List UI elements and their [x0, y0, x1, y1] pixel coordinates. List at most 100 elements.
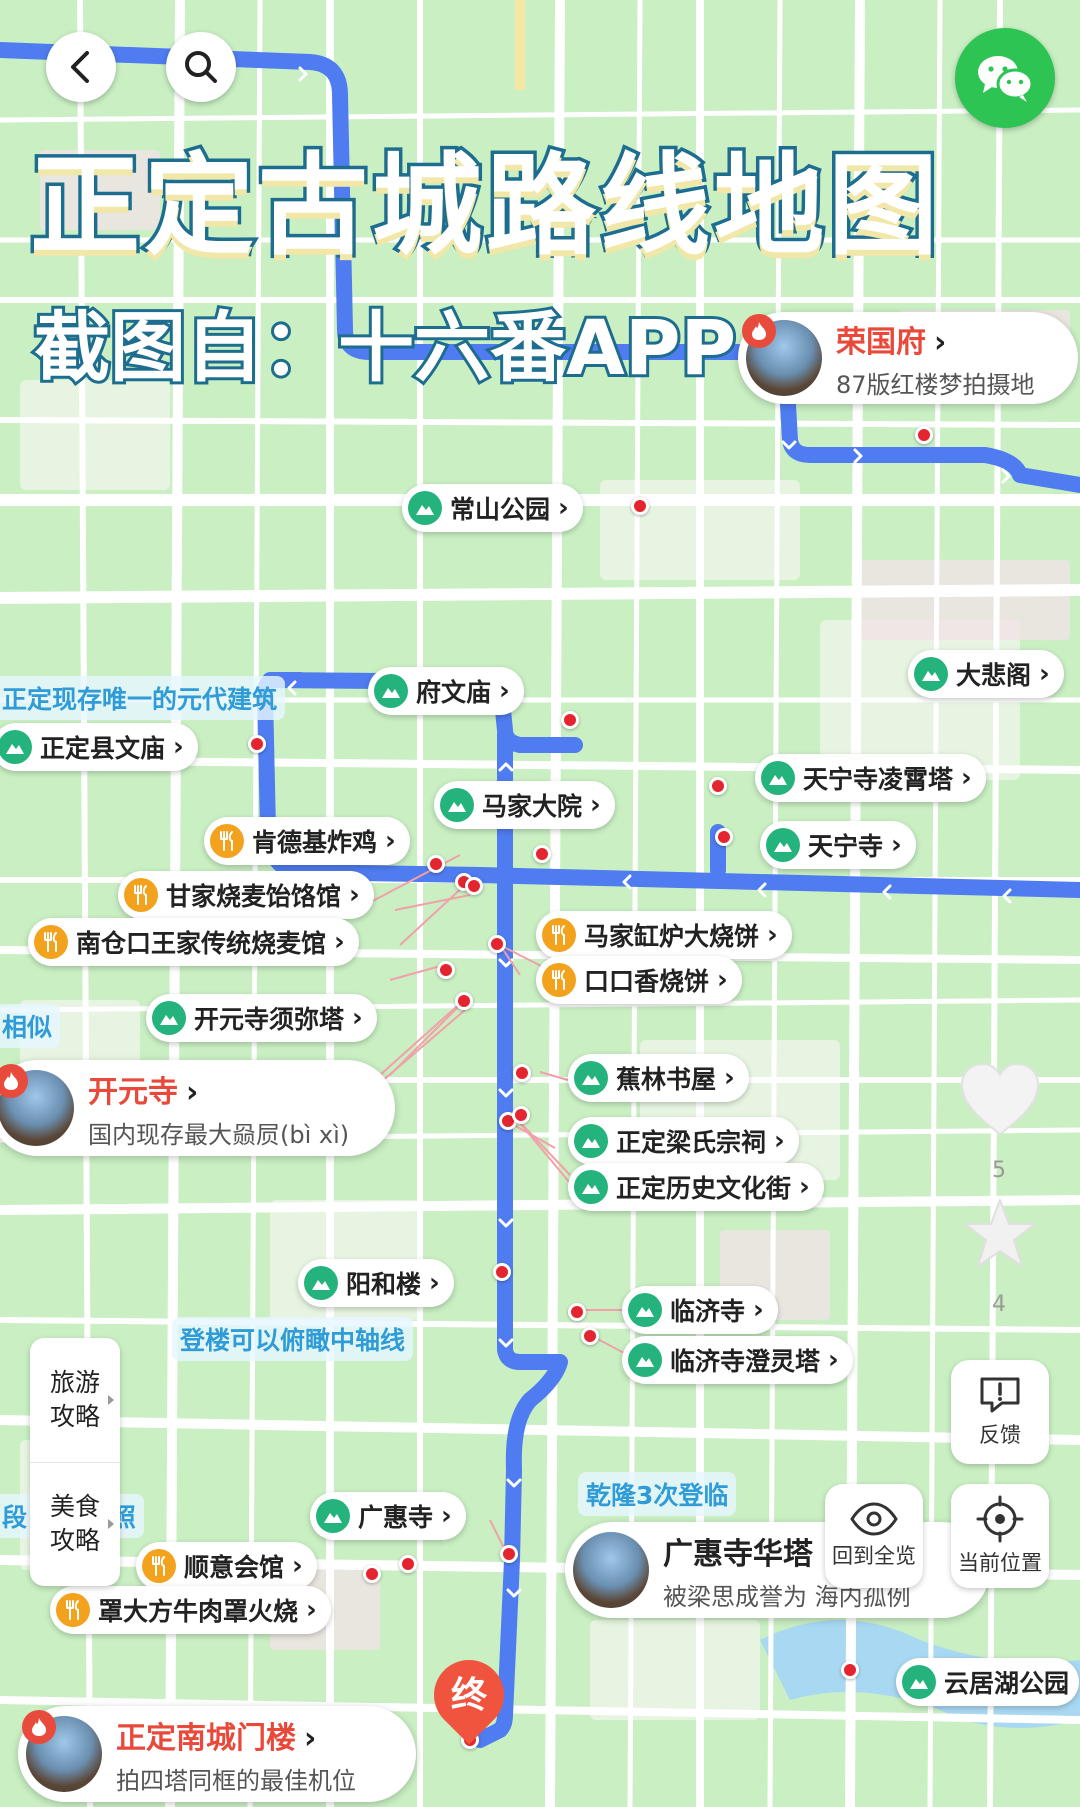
poi-kendeji[interactable]: 肯德基炸鸡 › — [204, 817, 410, 865]
search-icon — [185, 51, 217, 83]
poi-ganjia[interactable]: 甘家烧麦饴饹馆 › — [118, 871, 374, 919]
location-dot[interactable] — [513, 1064, 531, 1082]
chevron-right-icon: › — [352, 1003, 363, 1033]
guanghuisi-huata-thumbnail — [573, 1532, 649, 1608]
poi-lingxiaota[interactable]: 天宁寺凌霄塔 › — [755, 754, 986, 802]
poi-kaiyuansi[interactable]: 开元寺 › 国内现存最大赑屃(bì xì) — [0, 1060, 395, 1156]
location-dot[interactable] — [399, 1555, 417, 1573]
wechat-icon — [978, 56, 1034, 102]
poi-label: 云居湖公园 — [944, 1669, 1070, 1698]
location-dot[interactable] — [512, 1106, 530, 1124]
feedback-button[interactable]: 反馈 — [951, 1360, 1049, 1464]
poi-label: 开元寺须弥塔 — [194, 1005, 345, 1034]
poi-label: 马家大院 — [482, 792, 583, 821]
location-dot[interactable] — [465, 877, 483, 895]
scenic-spot-icon — [761, 761, 795, 795]
poi-jiaolin-shuwu[interactable]: 蕉林书屋 › — [568, 1054, 749, 1102]
location-dot[interactable] — [500, 1545, 518, 1563]
poi-dabeige[interactable]: 大悲阁 › — [908, 650, 1064, 698]
food-guide-label: 美食攻略 — [49, 1492, 100, 1556]
location-dot[interactable] — [488, 935, 506, 953]
poi-linjisi[interactable]: 临济寺 › — [622, 1286, 778, 1334]
chevron-right-icon: › — [334, 927, 345, 957]
heart-icon — [960, 1062, 1040, 1136]
poi-changshan-park[interactable]: 常山公园 › — [402, 484, 583, 532]
location-dot[interactable] — [715, 828, 733, 846]
poi-nanchengmen[interactable]: 正定南城门楼 › 拍四塔同框的最佳机位 — [18, 1706, 416, 1802]
location-dot[interactable] — [493, 1263, 511, 1281]
poi-shunyi-huiguan[interactable]: 顺意会馆 › — [136, 1542, 317, 1590]
like-count: 5 — [992, 1158, 1006, 1183]
back-button[interactable] — [46, 32, 116, 102]
poi-guanghuisi-huata[interactable]: 广惠寺华塔 被梁思成誉为 海内孤例 — [565, 1522, 990, 1618]
location-dot[interactable] — [581, 1327, 599, 1345]
chevron-right-icon: › — [429, 1268, 440, 1298]
favourite-button[interactable] — [962, 1196, 1038, 1272]
feedback-label: 反馈 — [979, 1423, 1021, 1447]
poi-yanghelou[interactable]: 阳和楼 › — [298, 1259, 454, 1307]
scenic-spot-icon — [152, 1001, 186, 1035]
poi-nancangkou[interactable]: 南仓口王家传统烧麦馆 › — [28, 918, 359, 966]
poi-majiadayuan[interactable]: 马家大院 › — [434, 781, 615, 829]
poi-chenglingta[interactable]: 临济寺澄灵塔 › — [622, 1336, 853, 1384]
poi-rongguofu[interactable]: 荣国府 › 87版红楼梦拍摄地 — [738, 312, 1078, 404]
overview-button[interactable]: 回到全览 — [825, 1484, 923, 1588]
location-dot[interactable] — [248, 735, 266, 753]
poi-rongguofu-desc: 87版红楼梦拍摄地 — [836, 370, 1035, 399]
scenic-spot-icon — [408, 491, 442, 525]
poi-majiagang[interactable]: 马家缸炉大烧饼 › — [536, 911, 792, 959]
wechat-share-button[interactable] — [955, 28, 1055, 128]
poi-label: 罩大方牛肉罩火烧 — [98, 1597, 299, 1626]
current-location-button[interactable]: 当前位置 — [951, 1484, 1049, 1588]
chevron-right-icon: › — [724, 1063, 735, 1093]
location-dot[interactable] — [709, 777, 727, 795]
poi-label: 顺意会馆 — [184, 1553, 285, 1582]
travel-guide-button[interactable]: 旅游攻略 — [30, 1338, 120, 1463]
poi-zhaodafang[interactable]: 罩大方牛肉罩火烧 › — [50, 1586, 331, 1634]
poi-xumita[interactable]: 开元寺须弥塔 › — [146, 994, 377, 1042]
location-dot[interactable] — [533, 845, 551, 863]
location-dot[interactable] — [363, 1565, 381, 1583]
search-button[interactable] — [166, 32, 236, 102]
feedback-icon — [980, 1377, 1020, 1413]
location-dot[interactable] — [568, 1303, 586, 1321]
map-title: 正定古城路线地图 — [27, 139, 942, 274]
food-guide-button[interactable]: 美食攻略 — [30, 1463, 120, 1587]
poi-label: 甘家烧麦饴饹馆 — [166, 882, 342, 911]
poi-label: 天宁寺凌霄塔 — [803, 765, 954, 794]
chevron-right-icon: › — [828, 1345, 839, 1375]
location-dot[interactable] — [455, 992, 473, 1010]
map-canvas[interactable]: 正定古城路线地图 截图自：十六番APP 荣国府 › 87版红楼梦拍摄地 开元寺 › … — [0, 0, 1080, 1807]
poi-xianwenmiao[interactable]: 正定县文庙 › — [0, 723, 198, 771]
location-dot[interactable] — [915, 426, 933, 444]
location-dot[interactable] — [437, 961, 455, 979]
poi-yunjuhu-park[interactable]: 云居湖公园 — [896, 1658, 1080, 1706]
poi-fuwenmiao[interactable]: 府文庙 › — [368, 667, 524, 715]
chevron-right-icon: › — [292, 1551, 303, 1581]
poi-tianningsi[interactable]: 天宁寺 › — [760, 821, 916, 869]
chevron-right-icon: › — [774, 1126, 785, 1156]
chevron-right-icon: › — [799, 1172, 810, 1202]
poi-liangshi-zongci[interactable]: 正定梁氏宗祠 › — [568, 1117, 799, 1165]
fork-knife-icon — [56, 1593, 90, 1627]
location-dot[interactable] — [631, 497, 649, 515]
poi-label: 阳和楼 — [346, 1270, 422, 1299]
like-button[interactable] — [958, 1060, 1042, 1140]
note-yuandai: 正定现存唯一的元代建筑 — [0, 676, 286, 720]
map-subtitle: 截图自：十六番APP — [31, 300, 739, 395]
poi-label: 蕉林书屋 — [616, 1065, 717, 1094]
scenic-spot-icon — [574, 1124, 608, 1158]
chevron-right-icon: › — [590, 790, 601, 820]
overview-label: 回到全览 — [832, 1544, 916, 1568]
scenic-spot-icon — [316, 1499, 350, 1533]
poi-koukouxiang[interactable]: 口口香烧饼 › — [536, 956, 742, 1004]
location-dot[interactable] — [427, 855, 445, 873]
scenic-spot-icon — [0, 730, 32, 764]
fork-knife-icon — [542, 963, 576, 997]
location-dot[interactable] — [841, 1661, 859, 1679]
location-dot[interactable] — [561, 711, 579, 729]
poi-guanghuisi[interactable]: 广惠寺 › — [310, 1492, 466, 1540]
chevron-right-icon: › — [349, 880, 360, 910]
poi-label: 马家缸炉大烧饼 — [584, 922, 760, 951]
poi-lishi-wenhuajie[interactable]: 正定历史文化街 › — [568, 1163, 824, 1211]
